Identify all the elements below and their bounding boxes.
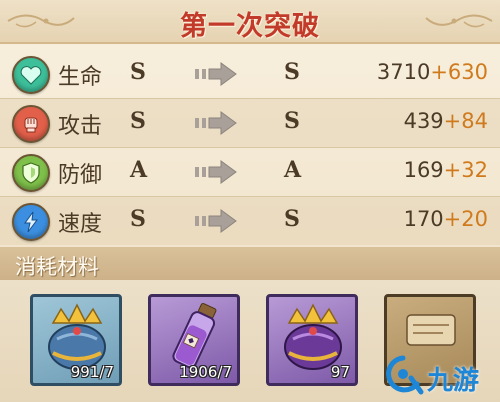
stat-label: 攻击 <box>58 114 103 139</box>
materials-title: 消耗材料 <box>15 255 99 279</box>
jiuyou-logo-icon <box>386 355 424 395</box>
stat-value: 439+84 <box>404 109 488 133</box>
grade-before: S <box>130 59 146 85</box>
stat-label: 速度 <box>58 212 103 237</box>
grade-after: S <box>284 206 300 232</box>
stat-row-speed: 速度 S S 170+20 <box>0 197 500 245</box>
watermark-text: 九游 <box>427 366 480 396</box>
grade-after: S <box>284 59 300 85</box>
arrow-right-icon <box>195 209 237 233</box>
material-count: 991/7 <box>70 363 114 381</box>
title-banner: 第一次突破 <box>0 0 500 44</box>
arrow-right-icon <box>195 111 237 135</box>
material-count: 97 <box>330 363 350 381</box>
stat-bonus: +20 <box>443 207 488 231</box>
stat-base: 439 <box>403 109 444 133</box>
shield-icon <box>12 154 50 192</box>
material-slot[interactable]: 991/7 <box>30 294 122 386</box>
material-count: 1906/7 <box>179 363 232 381</box>
arrow-right-icon <box>195 160 237 184</box>
ornament-right-icon <box>425 14 493 28</box>
grade-after: S <box>284 108 300 134</box>
stat-label: 生命 <box>58 65 103 90</box>
stat-row-attack: 攻击 S S 439+84 <box>0 99 500 148</box>
stat-value: 170+20 <box>404 207 488 231</box>
stat-value: 3710+630 <box>377 60 488 84</box>
stat-label: 防御 <box>58 163 103 188</box>
stat-value: 169+32 <box>404 158 488 182</box>
stat-row-hp: 生命 S S 3710+630 <box>0 50 500 99</box>
material-slot[interactable]: 1906/7 <box>148 294 240 386</box>
lightning-icon <box>12 203 50 241</box>
arrow-right-icon <box>195 62 237 86</box>
stat-bonus: +84 <box>443 109 488 133</box>
stat-bonus: +630 <box>430 60 488 84</box>
stat-base: 170 <box>403 207 444 231</box>
stat-base: 3710 <box>376 60 431 84</box>
fist-icon <box>12 105 50 143</box>
heart-icon <box>12 56 50 94</box>
stat-row-defense: 防御 A A 169+32 <box>0 148 500 197</box>
stat-base: 169 <box>403 158 444 182</box>
grade-before: A <box>130 157 148 183</box>
stat-bonus: +32 <box>443 158 488 182</box>
materials-header: 消耗材料 <box>0 247 500 280</box>
watermark: 九游 <box>379 354 494 396</box>
grade-before: S <box>130 108 146 134</box>
material-slot[interactable]: 97 <box>266 294 358 386</box>
grade-after: A <box>284 157 302 183</box>
grade-before: S <box>130 206 146 232</box>
